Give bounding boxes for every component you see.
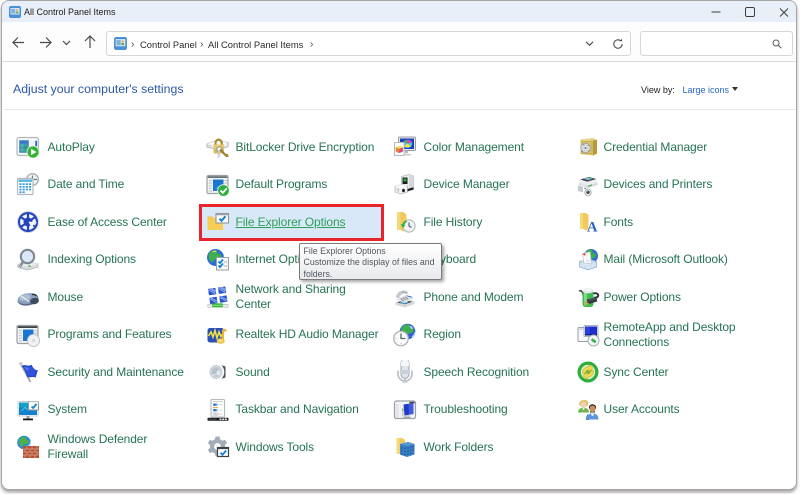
- svg-text:A: A: [587, 220, 598, 235]
